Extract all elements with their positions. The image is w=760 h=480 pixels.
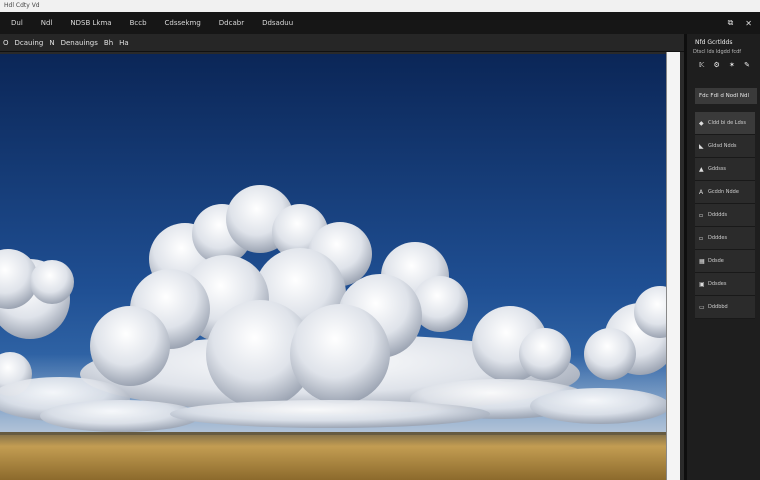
panel-title: Nfd Gcrtldds (695, 39, 733, 46)
layer-row[interactable]: ▣ Ddsdes (695, 273, 755, 296)
option-5[interactable]: Bh (104, 39, 113, 47)
menu-bar: Dul Ndl NDSB Lkma Bccb Cdssekmg Ddcabr D… (0, 12, 760, 34)
layer-label: Gddsss (708, 166, 727, 172)
layer-row[interactable]: A Gcddn Ndde (695, 181, 755, 204)
menu-item-6[interactable]: Ddcabr (210, 19, 253, 27)
layer-label: Ddddes (708, 235, 728, 241)
image-canvas[interactable] (0, 54, 666, 480)
menu-item-3[interactable]: NDSB Lkma (61, 19, 120, 27)
layers-list: ◆ Cldd bi de Ldss ◣ Gldsd Ndds ▲ Gddsss … (695, 112, 755, 319)
layer-row[interactable]: ◣ Gldsd Ndds (695, 135, 755, 158)
panel-subtitle: Dtscl lds ldgdd fcdf (693, 49, 742, 55)
option-1[interactable]: O (3, 39, 9, 47)
option-2[interactable]: Dcauing (15, 39, 44, 47)
menu-item-5[interactable]: Cdssekmg (156, 19, 210, 27)
panel-action-button[interactable]: Fdc Fdl d Nodl Ndl (695, 88, 757, 104)
canvas-frame (0, 52, 684, 480)
layer-row[interactable]: ▲ Gddsss (695, 158, 755, 181)
window-controls: ⧉ ✕ (728, 12, 752, 34)
gear-icon[interactable]: ⚙ (714, 61, 720, 69)
layer-label: Cldd bi de Ldss (708, 120, 746, 126)
option-6[interactable]: Ha (119, 39, 129, 47)
layer-label: Dddbbd (708, 304, 728, 310)
option-3[interactable]: N (49, 39, 54, 47)
star-icon[interactable]: ✶ (729, 61, 735, 69)
canvas-scroll-edge[interactable] (666, 52, 680, 480)
close-icon[interactable]: ✕ (745, 19, 752, 28)
menu-item-7[interactable]: Ddsaduu (253, 19, 302, 27)
layer-icon: ◆ (699, 119, 704, 127)
layer-row[interactable]: ▫ Ddddes (695, 227, 755, 250)
k-icon[interactable]: 𝕂 (699, 61, 704, 69)
layer-row[interactable]: ▭ Dddbbd (695, 296, 755, 319)
square-icon[interactable]: ⧉ (728, 18, 734, 28)
layer-icon: ▭ (699, 303, 705, 311)
panel-tool-row: 𝕂 ⚙ ✶ ✎ (687, 55, 760, 71)
layer-icon: ▣ (699, 280, 705, 288)
menu-item-2[interactable]: Ndl (32, 19, 62, 27)
layer-row[interactable]: ◆ Cldd bi de Ldss (695, 112, 755, 135)
layer-icon: A (699, 188, 704, 196)
layer-label: Ddsde (708, 258, 724, 264)
layer-icon: ▫ (699, 211, 704, 219)
options-bar: O Dcauing N Denauings Bh Ha (0, 34, 684, 52)
menu-item-1[interactable]: Dul (2, 19, 32, 27)
layer-icon: ◣ (699, 142, 704, 150)
window-title: Hdl Cdty Vd (4, 2, 40, 9)
right-panel: Nfd Gcrtldds Dtscl lds ldgdd fcdf 𝕂 ⚙ ✶ … (684, 34, 760, 480)
landscape-image (0, 54, 666, 480)
layer-label: Gcddn Ndde (708, 189, 739, 195)
window-title-bar: Hdl Cdty Vd (0, 0, 760, 12)
option-4[interactable]: Denauings (61, 39, 98, 47)
menu-item-4[interactable]: Bccb (121, 19, 156, 27)
layer-row[interactable]: ▫ Ddddds (695, 204, 755, 227)
layer-icon: ▦ (699, 257, 705, 265)
layer-label: Ddsdes (708, 281, 727, 287)
layer-label: Gldsd Ndds (708, 143, 737, 149)
wheat-field (0, 432, 666, 480)
layer-icon: ▲ (699, 165, 704, 173)
layer-icon: ▫ (699, 234, 704, 242)
pencil-icon[interactable]: ✎ (744, 61, 750, 69)
layer-label: Ddddds (708, 212, 728, 218)
layer-row[interactable]: ▦ Ddsde (695, 250, 755, 273)
